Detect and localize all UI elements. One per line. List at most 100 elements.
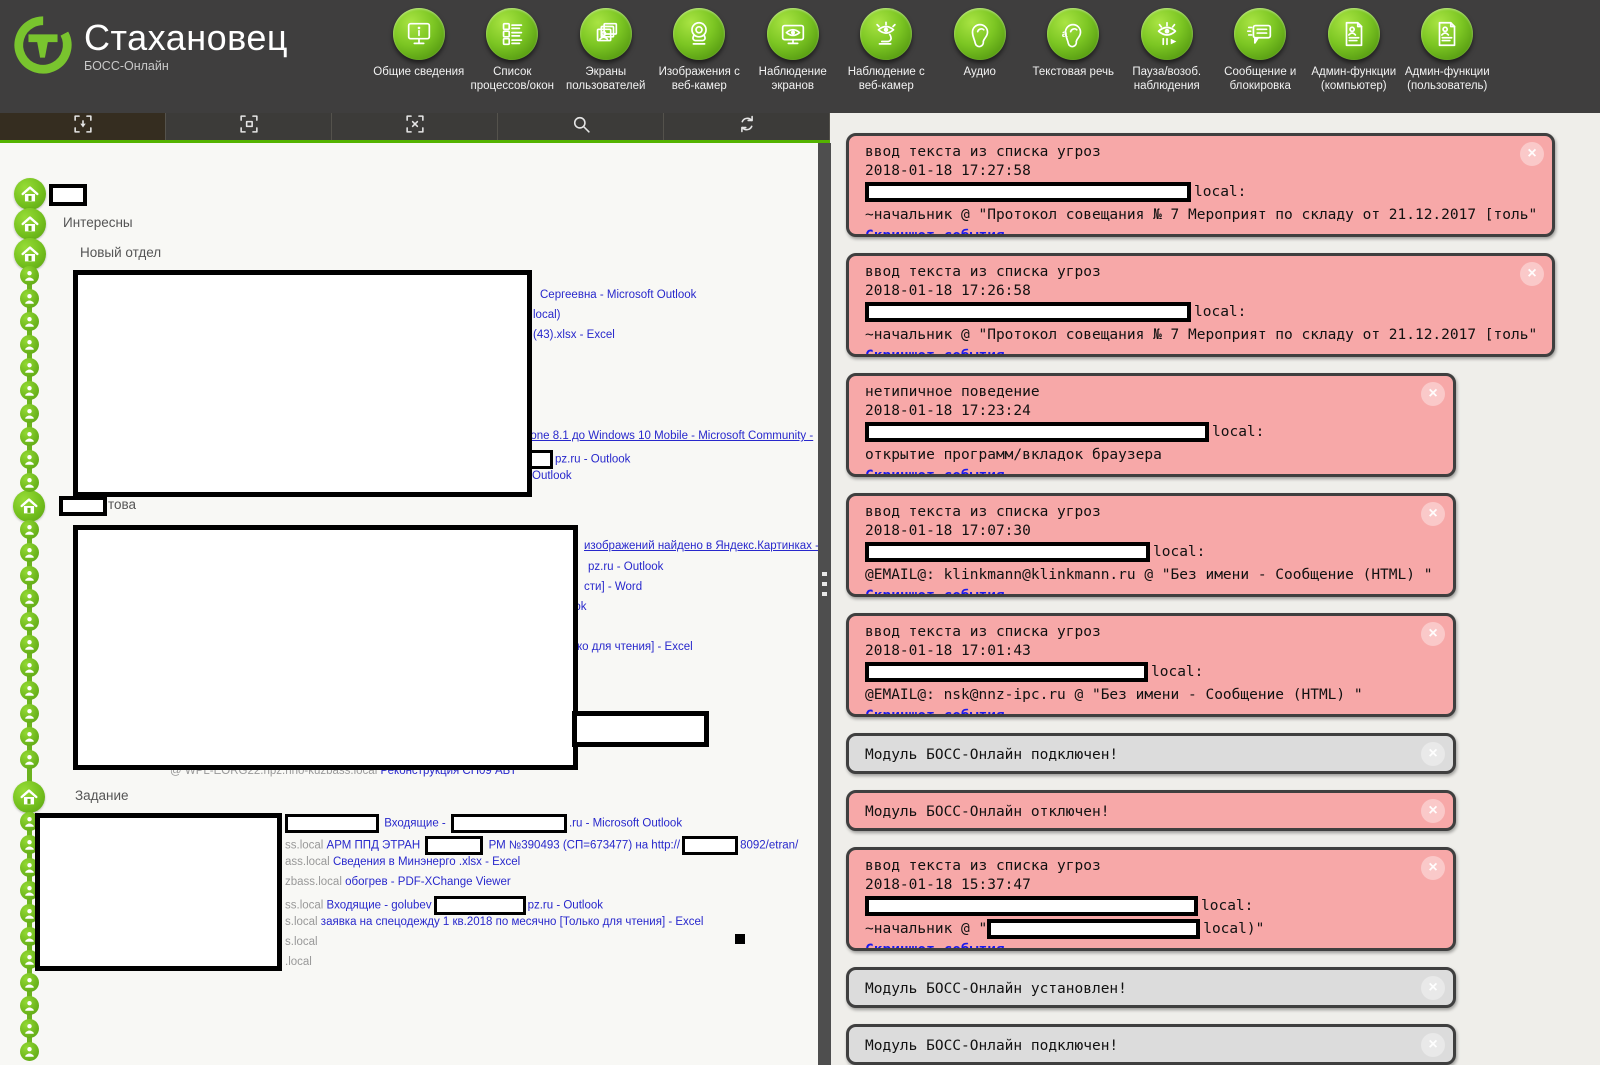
user-node-icon[interactable] [20, 473, 39, 492]
user-node-icon[interactable] [20, 427, 39, 446]
alert-text: ~начальник @ "Протокол совещания № 7 Мер… [865, 207, 1538, 223]
window-title-link[interactable]: обогрев - PDF-XChange Viewer [345, 876, 511, 888]
screenshot-link[interactable]: Скриншот события [865, 708, 1005, 714]
home-root-icon[interactable] [14, 178, 46, 210]
user-node-icon[interactable] [20, 1019, 39, 1038]
user-node-icon[interactable] [20, 289, 39, 308]
toolbar-webcam-watch-button[interactable]: Наблюдение с веб-камер [840, 8, 934, 94]
window-title-link[interactable]: pz.ru - Outlook [528, 900, 603, 912]
close-icon[interactable]: × [1421, 799, 1445, 823]
user-node-icon[interactable] [20, 704, 39, 723]
screenshot-link[interactable]: Скриншот события [865, 468, 1005, 474]
toolbar-user-screens-button[interactable]: Экраны пользователей [559, 8, 653, 94]
window-link-row: hone 8.1 до Windows 10 Mobile - Microsof… [524, 430, 813, 442]
close-icon[interactable]: × [1421, 856, 1445, 880]
user-node-icon[interactable] [20, 450, 39, 469]
close-icon[interactable]: × [1520, 142, 1544, 166]
window-title-link[interactable]: local) [533, 309, 560, 321]
user-node-icon[interactable] [20, 635, 39, 654]
tab-refresh[interactable] [664, 113, 830, 140]
toolbar-admin-user-button[interactable]: Админ-функции (пользователь) [1401, 8, 1495, 94]
alert-link-line: Скриншот события [865, 467, 1437, 474]
alert-text: local: [1194, 304, 1247, 320]
close-icon[interactable]: × [1421, 976, 1445, 1000]
user-node-icon[interactable] [20, 973, 39, 992]
tree-section-favorites[interactable]: Интересны [63, 215, 133, 230]
tab-select-screen[interactable] [0, 113, 166, 140]
user-node-icon[interactable] [20, 520, 39, 539]
task-row: Входящие - .ru - Microsoft Outlook [283, 814, 682, 833]
toolbar-webcam-images-button[interactable]: Изображения с веб-камер [653, 8, 747, 94]
window-title-link[interactable]: Входящие - golubev [327, 900, 432, 912]
toolbar-admin-computer-button[interactable]: Админ-функции (компьютер) [1307, 8, 1401, 94]
window-title-link[interactable]: 8092/etran/ [740, 840, 798, 852]
window-title-link[interactable]: Сергеевна - Microsoft Outlook [540, 289, 696, 301]
toolbar-audio-button[interactable]: Аудио [933, 8, 1027, 94]
user-node-icon[interactable] [20, 381, 39, 400]
user-node-icon[interactable] [20, 266, 39, 285]
window-title-link[interactable]: ко для чтения] - Excel [577, 641, 693, 653]
user-node-icon[interactable] [20, 566, 39, 585]
user-node-icon[interactable] [20, 750, 39, 769]
alert-text: открытие программ/вкладок браузера [865, 447, 1162, 463]
user-node-icon[interactable] [20, 658, 39, 677]
user-tree-panel: Интересны Новый отдел това Задание Серге… [0, 143, 818, 1065]
user-node-icon[interactable] [20, 996, 39, 1015]
tab-close-window[interactable] [332, 113, 498, 140]
user-node-icon[interactable] [20, 312, 39, 331]
window-title-link[interactable]: .ru - Microsoft Outlook [569, 818, 682, 830]
user-node-icon[interactable] [20, 589, 39, 608]
toolbar-text-speech-button[interactable]: a Текстовая речь [1027, 8, 1121, 94]
close-icon[interactable]: × [1421, 382, 1445, 406]
window-title-link[interactable]: сти] - Word [584, 581, 642, 593]
screenshot-link[interactable]: Скриншот события [865, 228, 1005, 234]
tab-select-window[interactable] [166, 113, 332, 140]
toolbar-info-screen-button[interactable]: Общие сведения [372, 8, 466, 94]
window-title-link[interactable]: pz.ru - Outlook [555, 454, 630, 466]
window-title-link[interactable]: Outlook [532, 470, 572, 482]
window-title-link[interactable]: АРМ ППД ЭТРАН [327, 840, 424, 852]
alert-time: 2018-01-18 17:26:58 [865, 283, 1031, 299]
home-user-icon[interactable] [13, 490, 45, 522]
user-node-icon[interactable] [20, 612, 39, 631]
app-logo: Стахановец БОСС-Онлайн [12, 14, 288, 81]
alert-detail-line: ~начальник @ "Протокол совещания № 7 Мер… [865, 204, 1538, 227]
user-node-icon[interactable] [20, 727, 39, 746]
tree-section-tasks[interactable]: Задание [75, 788, 129, 803]
toolbar-process-list-button[interactable]: Список процессов/окон [466, 8, 560, 94]
tree-section-new-department[interactable]: Новый отдел [80, 245, 161, 260]
window-title-link[interactable]: pz.ru - Outlook [588, 561, 663, 573]
toolbar-screen-watch-button[interactable]: Наблюдение экранов [746, 8, 840, 94]
window-title-link[interactable]: hone 8.1 до Windows 10 Mobile - Microsof… [524, 430, 813, 442]
close-icon[interactable]: × [1421, 622, 1445, 646]
home-favorites-icon[interactable] [14, 208, 46, 240]
search-icon [570, 113, 592, 140]
tree-section-redacted-user[interactable]: това [108, 497, 136, 512]
user-node-icon[interactable] [20, 404, 39, 423]
close-icon[interactable]: × [1421, 742, 1445, 766]
screenshot-link[interactable]: Скриншот события [865, 942, 1005, 948]
window-title-link[interactable]: Сведения в Минэнерго .xlsx - Excel [333, 856, 520, 868]
user-node-icon[interactable] [20, 358, 39, 377]
window-title-link[interactable]: Входящие - [381, 818, 449, 830]
user-node-icon[interactable] [20, 335, 39, 354]
user-node-icon[interactable] [20, 543, 39, 562]
close-icon[interactable]: × [1421, 502, 1445, 526]
toolbar-message-block-button[interactable]: Сообщение и блокировка [1214, 8, 1308, 94]
home-tasks-icon[interactable] [13, 781, 45, 813]
screenshot-link[interactable]: Скриншот события [865, 348, 1005, 354]
window-title-link[interactable]: РМ №390493 (СП=673477) на http:// [485, 840, 680, 852]
tab-search[interactable] [498, 113, 664, 140]
window-title-link[interactable]: заявка на спецодежду 1 кв.2018 по месячн… [321, 916, 704, 928]
window-title-link[interactable]: (43).xlsx - Excel [533, 329, 615, 341]
close-icon[interactable]: × [1520, 262, 1544, 286]
close-icon[interactable]: × [1421, 1033, 1445, 1057]
user-screens-icon [579, 8, 632, 60]
toolbar-pause-resume-button[interactable]: Пауза/возоб. наблюдения [1120, 8, 1214, 94]
screenshot-link[interactable]: Скриншот события [865, 588, 1005, 594]
user-node-icon[interactable] [20, 1042, 39, 1061]
panel-splitter[interactable] [818, 143, 831, 1065]
user-node-icon[interactable] [20, 681, 39, 700]
window-title-link[interactable]: изображений найдено в Яндекс.Картинках - [584, 540, 818, 552]
redaction-box [73, 270, 532, 497]
